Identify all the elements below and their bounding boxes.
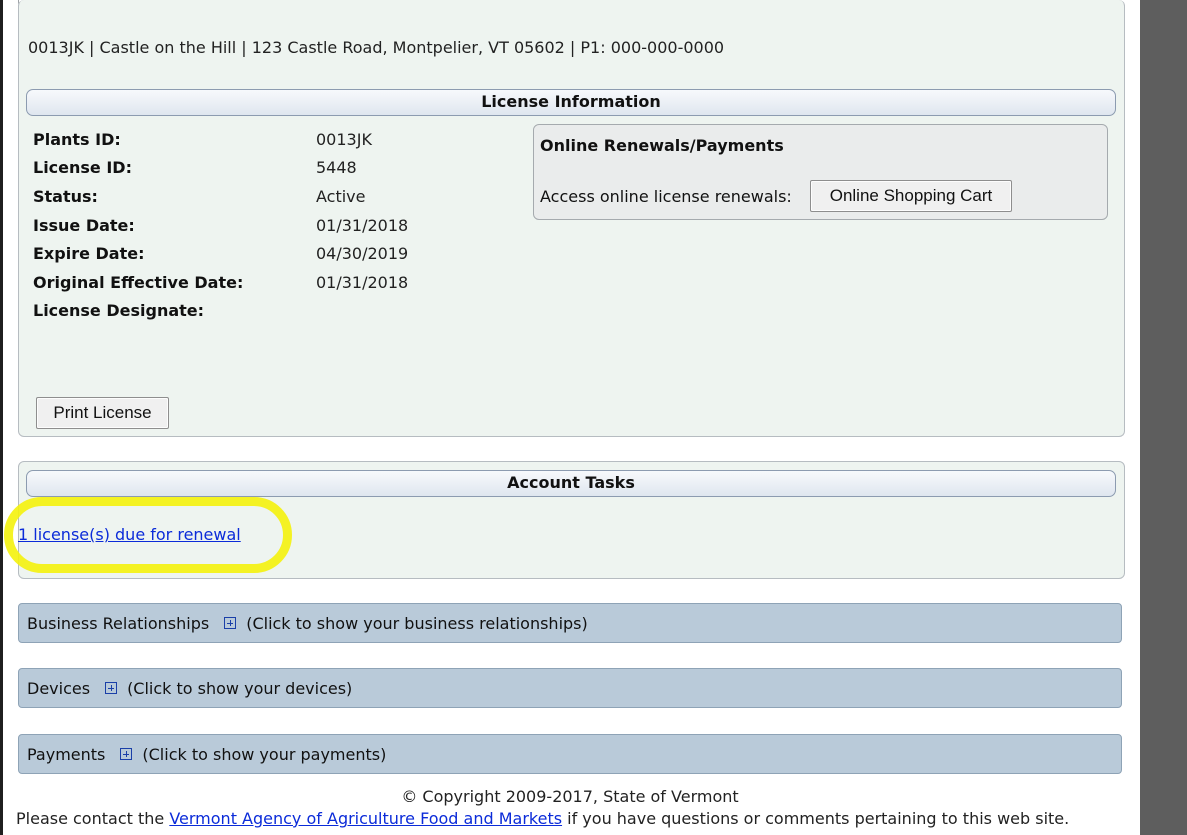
row-status: Status: Active [33, 182, 408, 211]
business-relationships-link[interactable]: Business Relationships [27, 614, 209, 633]
row-expire-date: Expire Date: 04/30/2019 [33, 239, 408, 268]
devices-link[interactable]: Devices [27, 679, 90, 698]
original-effective-date-value: 01/31/2018 [316, 272, 409, 292]
right-gutter [1140, 0, 1187, 835]
footer-contact-suffix: if you have questions or comments pertai… [567, 809, 1070, 828]
business-relationships-hint: (Click to show your business relationshi… [246, 614, 588, 633]
account-tasks-header: Account Tasks [26, 470, 1116, 497]
print-license-button[interactable]: Print License [36, 397, 169, 429]
left-border [0, 0, 3, 835]
issue-date-label: Issue Date: [33, 215, 135, 235]
license-details-table: Plants ID: 0013JK License ID: 5448 Statu… [33, 125, 408, 325]
payments-link[interactable]: Payments [27, 745, 105, 764]
payments-hint: (Click to show your payments) [142, 745, 387, 764]
status-label: Status: [33, 186, 98, 206]
row-license-id: License ID: 5448 [33, 154, 408, 183]
online-renewals-text: Access online license renewals: [540, 187, 792, 206]
account-address-line: 0013JK | Castle on the Hill | 123 Castle… [28, 38, 725, 57]
plants-id-label: Plants ID: [33, 129, 121, 149]
devices-bar[interactable]: Devices (Click to show your devices) [18, 668, 1122, 708]
status-value: Active [316, 186, 366, 206]
expand-plus-icon[interactable] [105, 682, 118, 694]
issue-date-value: 01/31/2018 [316, 215, 409, 235]
row-plants-id: Plants ID: 0013JK [33, 125, 408, 154]
license-designate-label: License Designate: [33, 301, 205, 321]
plants-id-value: 0013JK [316, 129, 372, 149]
row-license-designate: License Designate: [33, 297, 408, 326]
license-renewal-link[interactable]: 1 license(s) due for renewal [18, 525, 241, 544]
devices-hint: (Click to show your devices) [127, 679, 353, 698]
footer-copyright: © Copyright 2009-2017, State of Vermont [401, 787, 739, 806]
agency-link[interactable]: Vermont Agency of Agriculture Food and M… [169, 809, 562, 828]
license-designate-value [316, 297, 408, 326]
row-original-effective-date: Original Effective Date: 01/31/2018 [33, 268, 408, 297]
expand-plus-icon[interactable] [120, 748, 133, 760]
online-renewals-title: Online Renewals/Payments [540, 136, 784, 155]
row-issue-date: Issue Date: 01/31/2018 [33, 211, 408, 240]
footer-contact-prefix: Please contact the [16, 809, 165, 828]
license-info-header: License Information [26, 89, 1116, 116]
expire-date-value: 04/30/2019 [316, 244, 409, 264]
license-id-label: License ID: [33, 158, 132, 178]
original-effective-date-label: Original Effective Date: [33, 272, 244, 292]
expand-plus-icon[interactable] [224, 617, 237, 629]
business-relationships-bar[interactable]: Business Relationships (Click to show you… [18, 603, 1122, 643]
payments-bar[interactable]: Payments (Click to show your payments) [18, 734, 1122, 774]
footer-contact: Please contact the Vermont Agency of Agr… [16, 809, 1069, 828]
expire-date-label: Expire Date: [33, 244, 145, 264]
license-id-value: 5448 [316, 158, 357, 178]
online-shopping-cart-button[interactable]: Online Shopping Cart [810, 180, 1012, 212]
